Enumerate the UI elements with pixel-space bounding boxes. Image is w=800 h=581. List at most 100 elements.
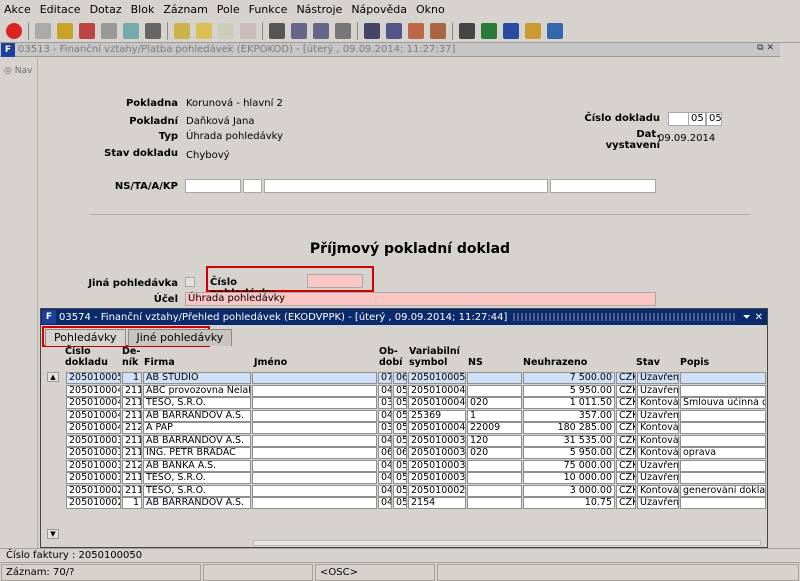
cell-cislo[interactable]: 2050100032 [66,459,121,472]
menu-item-1[interactable]: Editace [40,3,81,16]
horizontal-scrollbar[interactable] [253,540,761,546]
cell-denik[interactable]: 211 [122,447,142,459]
table-row[interactable]: 2050100039211AB BARRANDOV A.S.0405205010… [66,434,766,448]
table-row[interactable]: 2050100032212AB BANKA A.S.04052050100032… [66,459,766,473]
menu-item-8[interactable]: Nápověda [351,3,407,16]
cell-popis[interactable] [680,497,766,509]
kp-field[interactable] [550,179,656,193]
cell-ns[interactable] [467,372,522,384]
cell-denik[interactable]: 211 [122,397,142,409]
cell-stav[interactable]: Kontován [637,484,679,497]
cell-ns[interactable]: 020 [467,397,522,409]
cell-stav[interactable]: Uzavřen [637,372,679,384]
export-word-icon[interactable] [503,22,519,39]
ns-field[interactable] [185,179,241,193]
cell-mena[interactable]: CZK [616,372,636,384]
cell-stav[interactable]: Kontován [637,434,679,447]
cell-mena[interactable]: CZK [616,384,636,397]
cell-cislo[interactable]: 2050100044 [66,409,121,422]
ta-field[interactable] [243,179,262,193]
cell-jmeno[interactable] [252,409,377,422]
cell-r[interactable]: 05 [393,409,407,422]
cell-jmeno[interactable] [252,472,377,484]
cell-mena[interactable]: CZK [616,497,636,509]
cell-vs[interactable]: 2050100050 [408,372,466,384]
cell-ns[interactable] [467,497,522,509]
cell-m[interactable]: 03 [378,397,392,409]
cell-popis[interactable] [680,434,766,447]
cell-mena[interactable]: CZK [616,472,636,484]
help-icon[interactable] [525,22,541,39]
vertical-scrollbar[interactable]: ▲ ▼ [47,372,61,539]
close-icon[interactable]: ✕ [755,312,763,323]
cell-popis[interactable] [680,422,766,434]
print-icon[interactable] [364,22,380,39]
cell-neuhrazeno[interactable]: 180 285.00 [523,422,615,434]
query-icon[interactable] [174,22,190,39]
scroll-down-icon[interactable]: ▼ [47,529,59,539]
cell-vs[interactable]: 2050100030 [408,472,466,484]
cell-denik[interactable]: 211 [122,384,142,397]
clear-icon[interactable] [335,22,351,39]
cell-mena[interactable]: CZK [616,484,636,497]
cell-popis[interactable]: oprava [680,447,766,459]
cell-jmeno[interactable] [252,484,377,497]
menu-item-5[interactable]: Pole [217,3,240,16]
cell-popis[interactable] [680,472,766,484]
cell-neuhrazeno[interactable]: 3 000.00 [523,484,615,497]
export-excel-icon[interactable] [481,22,497,39]
menu-item-7[interactable]: Nástroje [296,3,342,16]
cell-stav[interactable]: Uzavřen [637,497,679,509]
undo-icon[interactable] [35,22,51,39]
table-row[interactable]: 2050100046211TESO, S.R.O.030520501000460… [66,397,766,410]
table-row[interactable]: 2050100041212A PAP0305205010004122009180… [66,422,766,435]
cell-cislo[interactable]: 2050100039 [66,434,121,447]
cell-ns[interactable]: 22009 [467,422,522,434]
cell-ns[interactable] [467,384,522,397]
cell-m[interactable]: 04 [378,484,392,497]
exit-icon[interactable] [6,22,22,39]
cell-m[interactable]: 04 [378,472,392,484]
cell-neuhrazeno[interactable]: 10.75 [523,497,615,509]
cell-jmeno[interactable] [252,422,377,434]
cell-r[interactable]: 05 [393,384,407,397]
cell-ns[interactable] [467,472,522,484]
cell-denik[interactable]: 1 [122,497,142,509]
cell-m[interactable]: 04 [378,434,392,447]
edit-icon[interactable] [123,22,139,39]
filter-icon[interactable] [145,22,161,39]
cell-cislo[interactable]: 2050100028 [66,497,121,509]
cell-firma[interactable]: ABC provozovna Nelahoze [143,384,251,397]
menu-item-2[interactable]: Dotaz [90,3,122,16]
cell-firma[interactable]: TESO, S.R.O. [143,472,251,484]
cell-popis[interactable]: Smlouva účinná do [680,397,766,409]
nav-button[interactable]: ◎ Nav [4,66,32,76]
scroll-up-icon[interactable]: ▲ [47,372,59,382]
query-run-icon[interactable] [196,22,212,39]
cell-ns[interactable]: 1 [467,409,522,422]
menu-item-9[interactable]: Okno [416,3,445,16]
window2-titlebar[interactable]: F 03574 - Finanční vztahy/Přehled pohled… [41,309,767,325]
cell-r[interactable]: 05 [393,472,407,484]
table-row[interactable]: 2050100030211TESO, S.R.O.040520501000301… [66,472,766,485]
cell-jmeno[interactable] [252,497,377,509]
cell-jmeno[interactable] [252,384,377,397]
cell-cislo[interactable]: 2050100030 [66,472,121,484]
cell-ns[interactable] [467,484,522,497]
cell-m[interactable]: 07 [378,372,392,384]
cell-cislo[interactable]: 2050100035 [66,447,121,459]
cell-stav[interactable]: Kontován [637,397,679,409]
cell-vs[interactable]: 2050100039 [408,434,466,447]
table-row[interactable]: 2050100044211AB BARRANDOV A.S. 0405253691… [66,409,766,423]
menu-item-0[interactable]: Akce [4,3,31,16]
cell-neuhrazeno[interactable]: 5 950.00 [523,447,615,459]
table-row[interactable]: 2050100049211ABC provozovna Nelahoze0405… [66,384,766,398]
cell-firma[interactable]: AB BARRANDOV A.S. [143,434,251,447]
mail-icon[interactable] [386,22,402,39]
tab-jine-pohledavky[interactable]: Jiné pohledávky [127,329,233,346]
cell-popis[interactable] [680,409,766,422]
cell-denik[interactable]: 211 [122,409,142,422]
copy-icon[interactable] [291,22,307,39]
cell-vs[interactable]: 2050100029 [408,484,466,497]
cell-firma[interactable]: AB BARRANDOV A.S. [143,409,251,422]
